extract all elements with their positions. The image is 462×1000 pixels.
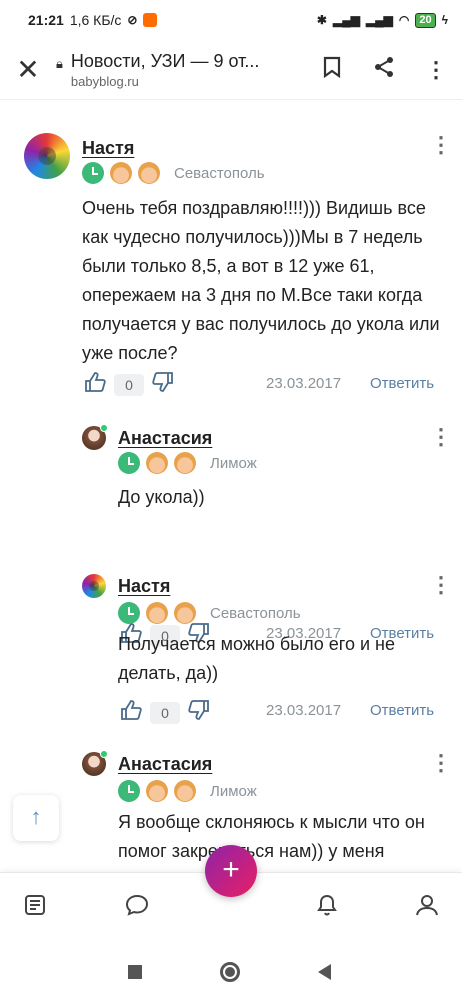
bluetooth-icon: ✱ <box>316 13 327 27</box>
comment-feed[interactable]: Настя Севастополь ⋮ Очень тебя поздравля… <box>0 100 462 872</box>
thumbs-down-icon[interactable] <box>186 699 212 727</box>
chat-icon[interactable] <box>122 893 152 923</box>
likes-count: 0 <box>114 374 144 396</box>
clock-badge-icon <box>118 452 140 474</box>
thumbs-up-icon[interactable] <box>82 371 108 399</box>
child-badge-icon <box>110 162 132 184</box>
page-title: Новости, УЗИ — 9 от... <box>70 50 260 71</box>
bottom-nav: + <box>0 845 462 942</box>
app-notification-icon <box>143 13 158 27</box>
user-badges: Лимож <box>118 780 257 802</box>
clock-badge-icon <box>118 780 140 802</box>
user-city: Севастополь <box>174 164 265 182</box>
more-vert-icon[interactable]: ⋮ <box>430 426 452 448</box>
reply-link[interactable]: Ответить <box>370 375 434 392</box>
bookmark-icon[interactable] <box>306 56 358 84</box>
avatar[interactable] <box>24 133 70 179</box>
user-badges: Лимож <box>118 452 257 474</box>
child-badge-icon <box>138 162 160 184</box>
avatar[interactable] <box>82 574 106 598</box>
feed-icon[interactable] <box>20 893 50 923</box>
battery-indicator: 20 <box>415 12 436 28</box>
clock-badge-icon <box>118 602 140 624</box>
child-badge-icon <box>174 602 196 624</box>
alarm-off-icon: ⊘ <box>127 13 138 27</box>
reply-link[interactable]: Ответить <box>370 702 434 719</box>
comment-date: 23.03.2017 <box>266 702 342 719</box>
address-area[interactable]: 🔒︎ Новости, УЗИ — 9 от... babyblog.ru <box>56 51 306 89</box>
scroll-top-button[interactable]: ↑ <box>13 795 59 841</box>
online-indicator <box>100 424 108 432</box>
more-vert-icon[interactable]: ⋮ <box>430 574 452 596</box>
signal-icon-2: ▂▄▆ <box>365 13 393 27</box>
child-badge-icon <box>146 452 168 474</box>
comment-text: До укола)) <box>118 487 205 507</box>
status-time: 21:21 <box>28 12 64 28</box>
child-badge-icon <box>146 780 168 802</box>
thumbs-up-icon[interactable] <box>118 699 144 727</box>
notifications-icon[interactable] <box>312 893 342 923</box>
comment-text: Очень тебя поздравляю!!!!))) Видишь все … <box>82 198 440 363</box>
more-vert-icon[interactable]: ⋮ <box>430 134 452 156</box>
comment-text: Получается можно было его и не делать, д… <box>118 634 395 683</box>
clock-badge-icon <box>82 162 104 184</box>
child-badge-icon <box>174 452 196 474</box>
comment-author[interactable]: Анастасия <box>118 754 212 775</box>
network-speed: 1,6 КБ/с <box>69 12 122 28</box>
thumbs-down-icon[interactable] <box>150 371 176 399</box>
add-post-button[interactable]: + <box>205 845 257 897</box>
status-bar: 21:21 1,6 КБ/с ⊘ ✱ ▂▄▆ ▂▄▆ ◠ 20 ϟ <box>0 0 462 40</box>
wifi-icon: ◠ <box>398 13 410 27</box>
comment-author[interactable]: Анастасия <box>118 428 212 449</box>
online-indicator <box>100 750 108 758</box>
charging-icon: ϟ <box>441 13 448 27</box>
user-badges: Севастополь <box>118 602 301 624</box>
more-vert-icon[interactable]: ⋮ <box>410 57 462 83</box>
child-badge-icon <box>174 780 196 802</box>
home-button[interactable] <box>220 962 240 982</box>
share-icon[interactable] <box>358 56 410 84</box>
lock-icon: 🔒︎ <box>56 55 63 71</box>
comment-text: Я вообще склоняюсь к мысли что он помог … <box>118 812 425 861</box>
page-url: babyblog.ru <box>70 73 139 89</box>
browser-toolbar: ✕ 🔒︎ Новости, УЗИ — 9 от... babyblog.ru … <box>0 40 462 100</box>
community-icon[interactable] <box>412 893 442 923</box>
comment-date: 23.03.2017 <box>266 375 342 392</box>
user-city: Севастополь <box>210 604 301 622</box>
comment-author[interactable]: Настя <box>118 576 170 597</box>
comment-author[interactable]: Настя <box>82 138 134 159</box>
back-button[interactable] <box>318 964 331 980</box>
more-vert-icon[interactable]: ⋮ <box>430 752 452 774</box>
user-badges: Севастополь <box>82 162 265 184</box>
close-icon[interactable]: ✕ <box>0 53 56 86</box>
recent-apps-button[interactable] <box>128 965 142 979</box>
user-city: Лимож <box>210 782 257 800</box>
child-badge-icon <box>146 602 168 624</box>
system-nav-bar <box>0 942 462 1000</box>
signal-icon: ▂▄▆ <box>332 13 360 27</box>
user-city: Лимож <box>210 454 257 472</box>
likes-count: 0 <box>150 702 180 724</box>
